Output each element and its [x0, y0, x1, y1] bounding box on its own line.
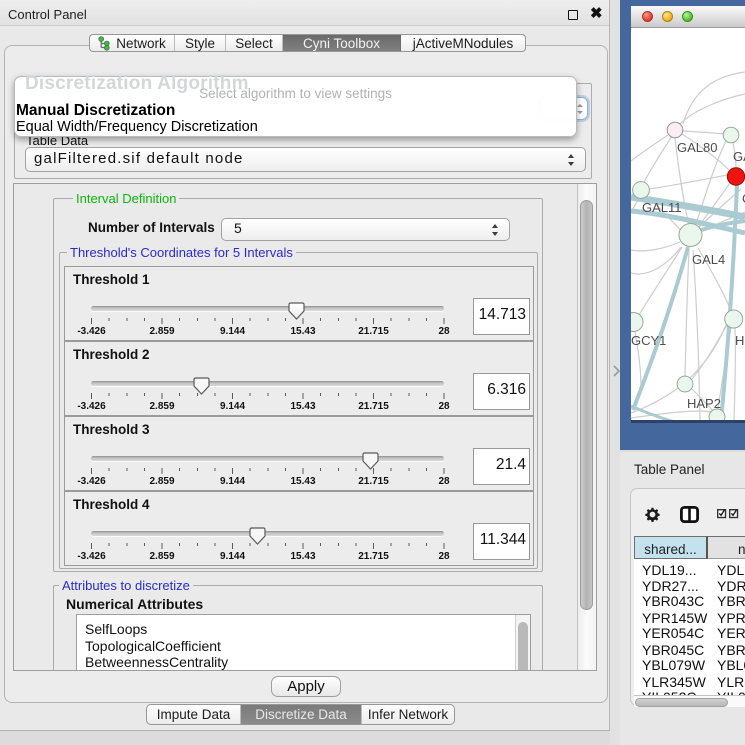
- svg-text:HIS: HIS: [735, 333, 745, 348]
- svg-text:GAL3: GAL3: [733, 149, 745, 164]
- svg-text:GCY1: GCY1: [631, 333, 666, 348]
- svg-text:GAL80: GAL80: [677, 140, 717, 155]
- svg-text:GAL11: GAL11: [642, 200, 682, 215]
- svg-text:GAL4: GAL4: [692, 252, 725, 267]
- svg-text:HAP2: HAP2: [687, 396, 721, 411]
